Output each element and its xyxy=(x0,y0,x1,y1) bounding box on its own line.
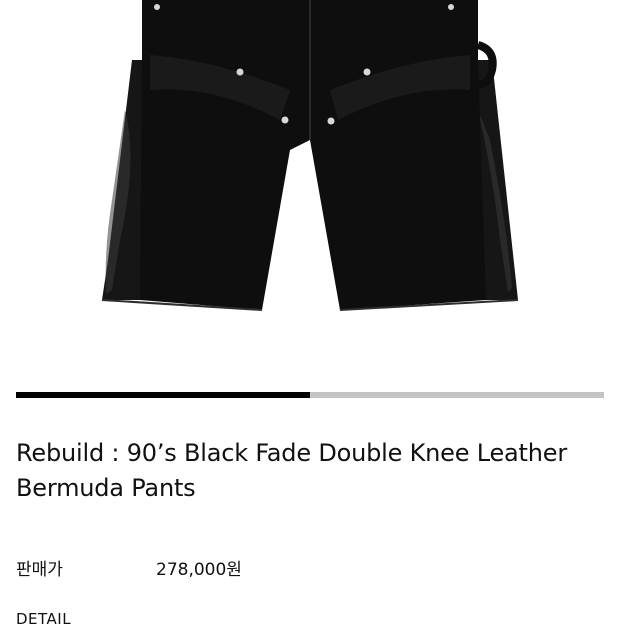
gallery-progress-fill xyxy=(16,392,310,398)
product-title: Rebuild : 90’s Black Fade Double Knee Le… xyxy=(16,439,567,502)
price-label: 판매가 xyxy=(16,560,63,580)
price-value: 278,000원 xyxy=(156,560,242,580)
shorts-body xyxy=(140,0,486,310)
shorts-illustration xyxy=(101,0,519,311)
detail-section-heading: DETAIL xyxy=(16,610,72,628)
gallery-progress-bar xyxy=(16,392,604,398)
product-image[interactable] xyxy=(0,0,620,350)
